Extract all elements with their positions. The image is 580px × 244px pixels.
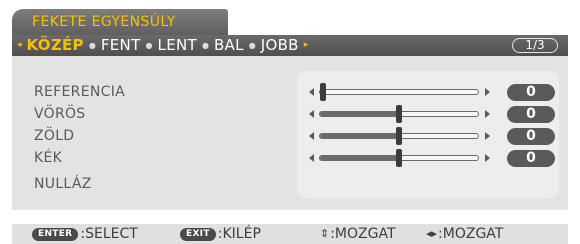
tab-left-arrow-icon[interactable]: ◂	[17, 35, 22, 56]
slider-fill	[320, 156, 400, 160]
value-badge: 0	[507, 150, 555, 167]
slider-row-referencia[interactable]: 0	[309, 83, 559, 101]
help-leftright: ◂▸ :MOZGAT	[426, 224, 503, 244]
menu-title: FEKETE EGYENSÚLY	[12, 9, 228, 35]
osd-menu: FEKETE EGYENSÚLY ◂ KÖZÉP ● FENT ● LENT ●…	[0, 0, 580, 244]
help-enter: ENTER :SELECT	[32, 224, 138, 244]
value-badge: 0	[507, 128, 555, 145]
decrease-arrow-icon[interactable]	[309, 132, 314, 140]
help-exit-text: :KILÉP	[217, 226, 261, 242]
tab-bal[interactable]: BAL	[212, 35, 246, 56]
increase-arrow-icon[interactable]	[485, 110, 490, 118]
tab-separator-icon: ●	[248, 41, 256, 50]
tab-right-arrow-icon[interactable]: ▸	[304, 35, 309, 56]
value-badge: 0	[507, 106, 555, 123]
settings-panel: REFERENCIA VÖRÖS ZÖLD KÉK NULLÁZ 0 0 0 0	[12, 56, 568, 210]
setting-label-zold[interactable]: ZÖLD	[34, 128, 74, 144]
enter-key-icon: ENTER	[32, 227, 79, 241]
slider-row-zold[interactable]: 0	[309, 127, 559, 145]
decrease-arrow-icon[interactable]	[309, 154, 314, 162]
setting-label-referencia[interactable]: REFERENCIA	[34, 84, 125, 100]
slider-row-kek[interactable]: 0	[309, 149, 559, 167]
help-exit: EXIT :KILÉP	[180, 224, 261, 244]
help-leftright-text: :MOZGAT	[438, 226, 504, 242]
reset-button[interactable]: NULLÁZ	[34, 176, 92, 192]
tab-fent[interactable]: FENT	[99, 35, 143, 56]
slider-thumb[interactable]	[320, 83, 326, 101]
decrease-arrow-icon[interactable]	[309, 88, 314, 96]
slider-fill	[320, 134, 400, 138]
increase-arrow-icon[interactable]	[485, 88, 490, 96]
value-badge: 0	[507, 84, 555, 101]
tab-jobb[interactable]: JOBB	[259, 35, 301, 56]
slider-thumb[interactable]	[396, 149, 402, 167]
leftright-arrows-icon: ◂▸	[426, 227, 438, 240]
slider-thumb[interactable]	[396, 127, 402, 145]
tab-separator-icon: ●	[201, 41, 209, 50]
page-counter: 1/3	[512, 38, 558, 53]
tab-kozep[interactable]: KÖZÉP	[25, 35, 86, 56]
slider-row-voros[interactable]: 0	[309, 105, 559, 123]
tab-bar: ◂ KÖZÉP ● FENT ● LENT ● BAL ● JOBB ▸ 1/3	[12, 35, 568, 56]
setting-label-voros[interactable]: VÖRÖS	[34, 106, 85, 122]
help-updown-text: :MOZGAT	[330, 226, 396, 242]
tab-lent[interactable]: LENT	[156, 35, 199, 56]
tab-separator-icon: ●	[145, 41, 153, 50]
help-enter-text: :SELECT	[80, 226, 138, 242]
increase-arrow-icon[interactable]	[485, 154, 490, 162]
decrease-arrow-icon[interactable]	[309, 110, 314, 118]
setting-label-kek[interactable]: KÉK	[34, 150, 62, 166]
slider-fill	[320, 112, 400, 116]
exit-key-icon: EXIT	[180, 227, 216, 241]
updown-arrows-icon: ⇕	[320, 227, 330, 240]
tab-separator-icon: ●	[88, 41, 96, 50]
increase-arrow-icon[interactable]	[485, 132, 490, 140]
slider-thumb[interactable]	[396, 105, 402, 123]
help-bar: ENTER :SELECT EXIT :KILÉP ⇕ :MOZGAT ◂▸ :…	[12, 224, 568, 244]
help-updown: ⇕ :MOZGAT	[320, 224, 396, 244]
slider-track[interactable]	[319, 89, 479, 95]
